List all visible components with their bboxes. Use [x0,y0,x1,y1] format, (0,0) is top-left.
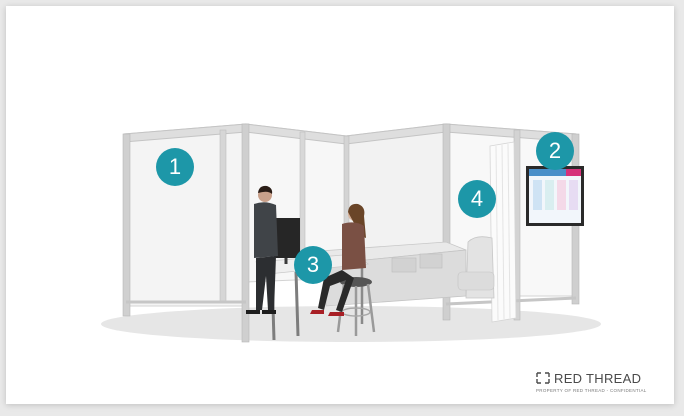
man-trousers [256,256,276,310]
red-thread-logo: RED THREAD [536,369,641,387]
bench-box [419,253,443,269]
desk-monitor [274,218,300,258]
logo-mark-icon [536,372,550,384]
callout-4: 4 [458,180,496,218]
woman-blouse [342,222,366,270]
logo-confidential-text: PROPERTY OF RED THREAD - CONFIDENTIAL [536,388,647,393]
monitor-column [557,180,566,210]
monitor-column [545,180,554,210]
frame-post [122,133,131,317]
woman-shoe [310,310,324,314]
man-shoe [262,310,276,314]
monitor-column [533,180,542,210]
logo-text: RED THREAD [554,370,642,386]
frame-post [241,123,250,343]
slide: 1 2 3 4 RED THREAD PROPERTY OF RED THREA… [6,6,674,404]
bench-box [391,257,417,273]
desk-leg [294,271,300,337]
callout-3: 3 [294,246,332,284]
frame-post [299,131,306,263]
monitor-header-tag [566,169,581,176]
man-shoe [246,310,260,314]
man-jacket [254,202,278,258]
floor-shadow [101,306,601,342]
recliner-seat [457,271,495,291]
callout-2: 2 [536,132,574,170]
callout-1: 1 [156,148,194,186]
monitor-column [569,180,578,210]
woman-shoe [328,312,344,316]
booth-rendering [101,123,601,343]
frame-post [219,129,227,303]
